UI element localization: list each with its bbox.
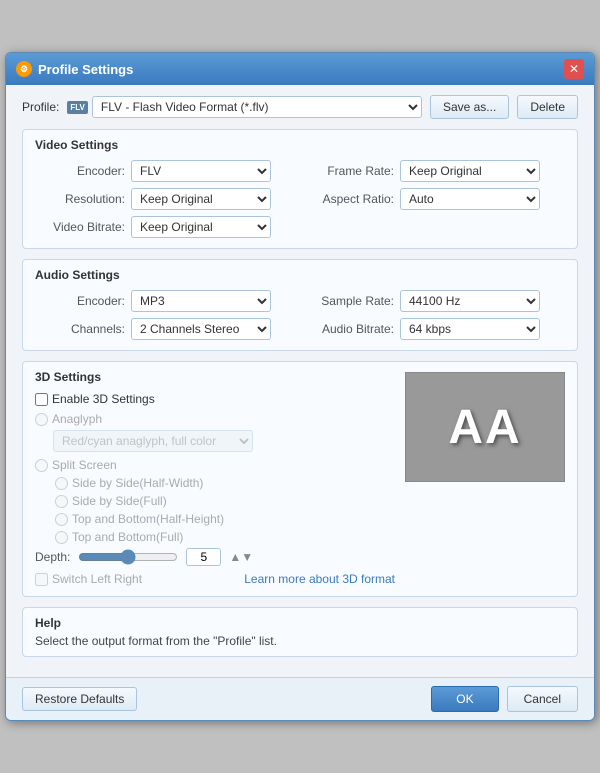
audio-bitrate-row: Audio Bitrate: 64 kbps bbox=[304, 318, 565, 340]
cancel-button[interactable]: Cancel bbox=[507, 686, 578, 712]
learn-more-link[interactable]: Learn more about 3D format bbox=[244, 572, 395, 586]
audio-bitrate-select[interactable]: 64 kbps bbox=[400, 318, 540, 340]
3d-content: Enable 3D Settings Anaglyph Red/cyan ana… bbox=[35, 392, 565, 586]
audio-settings-title: Audio Settings bbox=[35, 268, 565, 282]
dialog-body: Profile: FLV FLV - Flash Video Format (*… bbox=[6, 85, 594, 677]
restore-defaults-button[interactable]: Restore Defaults bbox=[22, 687, 137, 711]
side-by-side-full-row: Side by Side(Full) bbox=[55, 494, 395, 508]
video-bitrate-row: Video Bitrate: Keep Original bbox=[35, 216, 296, 238]
split-screen-radio[interactable] bbox=[35, 459, 48, 472]
top-bottom-full-radio[interactable] bbox=[55, 531, 68, 544]
depth-label: Depth: bbox=[35, 550, 70, 564]
switch-row: Switch Left Right Learn more about 3D fo… bbox=[35, 572, 395, 586]
video-bitrate-select[interactable]: Keep Original bbox=[131, 216, 271, 238]
anaglyph-radio[interactable] bbox=[35, 413, 48, 426]
audio-settings-section: Audio Settings Encoder: MP3 Sample Rate:… bbox=[22, 259, 578, 351]
depth-input[interactable]: 5 bbox=[186, 548, 221, 566]
anaglyph-label[interactable]: Anaglyph bbox=[52, 412, 102, 426]
depth-slider[interactable] bbox=[78, 549, 178, 565]
frame-rate-select[interactable]: Keep Original bbox=[400, 160, 540, 182]
profile-dropdown[interactable]: FLV - Flash Video Format (*.flv) bbox=[92, 96, 422, 118]
audio-encoder-row: Encoder: MP3 bbox=[35, 290, 296, 312]
save-as-button[interactable]: Save as... bbox=[430, 95, 509, 119]
anaglyph-select-wrap: Red/cyan anaglyph, full color bbox=[53, 430, 395, 452]
top-bottom-half-label[interactable]: Top and Bottom(Half-Height) bbox=[72, 512, 224, 526]
side-by-side-half-row: Side by Side(Half-Width) bbox=[55, 476, 395, 490]
resolution-select[interactable]: Keep Original bbox=[131, 188, 271, 210]
frame-rate-label: Frame Rate: bbox=[304, 164, 394, 178]
channels-row: Channels: 2 Channels Stereo bbox=[35, 318, 296, 340]
help-title: Help bbox=[35, 616, 565, 630]
aspect-ratio-row: Aspect Ratio: Auto bbox=[304, 188, 565, 210]
video-settings-title: Video Settings bbox=[35, 138, 565, 152]
3d-settings-section: 3D Settings Enable 3D Settings Anaglyph bbox=[22, 361, 578, 597]
split-screen-label[interactable]: Split Screen bbox=[52, 458, 117, 472]
footer-right: OK Cancel bbox=[431, 686, 578, 712]
top-bottom-full-label[interactable]: Top and Bottom(Full) bbox=[72, 530, 183, 544]
anaglyph-select[interactable]: Red/cyan anaglyph, full color bbox=[53, 430, 253, 452]
footer: Restore Defaults OK Cancel bbox=[6, 677, 594, 720]
encoder-label: Encoder: bbox=[35, 164, 125, 178]
switch-left-right-wrap: Switch Left Right bbox=[35, 572, 142, 586]
side-by-side-half-radio[interactable] bbox=[55, 477, 68, 490]
channels-label: Channels: bbox=[35, 322, 125, 336]
depth-row: Depth: 5 ▲▼ bbox=[35, 548, 395, 566]
video-settings-section: Video Settings Encoder: FLV Frame Rate: … bbox=[22, 129, 578, 249]
video-bitrate-label: Video Bitrate: bbox=[35, 220, 125, 234]
resolution-row: Resolution: Keep Original bbox=[35, 188, 296, 210]
delete-button[interactable]: Delete bbox=[517, 95, 578, 119]
channels-select[interactable]: 2 Channels Stereo bbox=[131, 318, 271, 340]
help-text: Select the output format from the "Profi… bbox=[35, 634, 565, 648]
video-settings-grid: Encoder: FLV Frame Rate: Keep Original R… bbox=[35, 160, 565, 238]
encoder-row: Encoder: FLV bbox=[35, 160, 296, 182]
3d-preview-box: AA bbox=[405, 372, 565, 482]
title-bar-left: ⚙ Profile Settings bbox=[16, 61, 133, 77]
top-bottom-full-row: Top and Bottom(Full) bbox=[55, 530, 395, 544]
flv-icon: FLV bbox=[67, 101, 88, 114]
side-by-side-half-label[interactable]: Side by Side(Half-Width) bbox=[72, 476, 203, 490]
dialog-title: Profile Settings bbox=[38, 62, 133, 77]
ok-button[interactable]: OK bbox=[431, 686, 498, 712]
anaglyph-row: Anaglyph bbox=[35, 412, 395, 426]
audio-bitrate-label: Audio Bitrate: bbox=[304, 322, 394, 336]
enable-3d-checkbox[interactable] bbox=[35, 393, 48, 406]
audio-encoder-label: Encoder: bbox=[35, 294, 125, 308]
aspect-ratio-select[interactable]: Auto bbox=[400, 188, 540, 210]
frame-rate-row: Frame Rate: Keep Original bbox=[304, 160, 565, 182]
resolution-label: Resolution: bbox=[35, 192, 125, 206]
split-screen-row: Split Screen bbox=[35, 458, 395, 472]
title-bar: ⚙ Profile Settings ✕ bbox=[6, 53, 594, 85]
sample-rate-row: Sample Rate: 44100 Hz bbox=[304, 290, 565, 312]
preview-aa-text: AA bbox=[448, 400, 521, 455]
3d-controls: Enable 3D Settings Anaglyph Red/cyan ana… bbox=[35, 392, 395, 586]
aspect-ratio-label: Aspect Ratio: bbox=[304, 192, 394, 206]
help-section: Help Select the output format from the "… bbox=[22, 607, 578, 657]
profile-select-wrap: FLV FLV - Flash Video Format (*.flv) bbox=[67, 96, 422, 118]
encoder-select[interactable]: FLV bbox=[131, 160, 271, 182]
profile-row: Profile: FLV FLV - Flash Video Format (*… bbox=[22, 95, 578, 119]
enable-3d-row: Enable 3D Settings bbox=[35, 392, 395, 406]
side-by-side-full-label[interactable]: Side by Side(Full) bbox=[72, 494, 167, 508]
depth-spinner-up[interactable]: ▲▼ bbox=[229, 550, 253, 564]
top-bottom-half-row: Top and Bottom(Half-Height) bbox=[55, 512, 395, 526]
dialog-window: ⚙ Profile Settings ✕ Profile: FLV FLV - … bbox=[5, 52, 595, 721]
enable-3d-label[interactable]: Enable 3D Settings bbox=[52, 392, 155, 406]
switch-left-right-checkbox[interactable] bbox=[35, 573, 48, 586]
close-button[interactable]: ✕ bbox=[564, 59, 584, 79]
sample-rate-label: Sample Rate: bbox=[304, 294, 394, 308]
audio-settings-grid: Encoder: MP3 Sample Rate: 44100 Hz Chann… bbox=[35, 290, 565, 340]
profile-label: Profile: bbox=[22, 100, 59, 114]
side-by-side-full-radio[interactable] bbox=[55, 495, 68, 508]
app-icon: ⚙ bbox=[16, 61, 32, 77]
switch-left-right-label[interactable]: Switch Left Right bbox=[52, 572, 142, 586]
sample-rate-select[interactable]: 44100 Hz bbox=[400, 290, 540, 312]
audio-encoder-select[interactable]: MP3 bbox=[131, 290, 271, 312]
top-bottom-half-radio[interactable] bbox=[55, 513, 68, 526]
split-screen-options: Side by Side(Half-Width) Side by Side(Fu… bbox=[55, 476, 395, 544]
